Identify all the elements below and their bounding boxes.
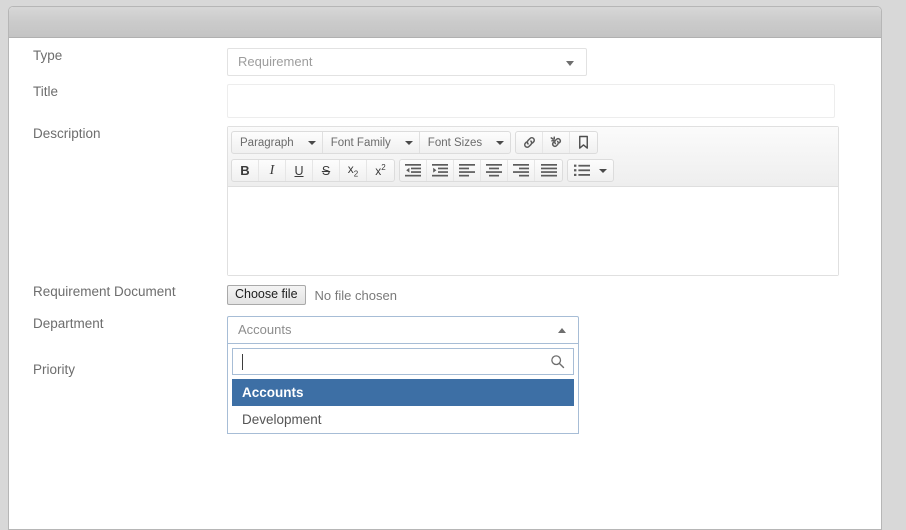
- form-row-description: Description Paragraph Font Family Font S…: [9, 126, 881, 276]
- font-family-select[interactable]: Font Family: [323, 132, 420, 153]
- superscript-button[interactable]: x2: [367, 160, 394, 181]
- type-select[interactable]: Requirement: [227, 48, 587, 76]
- label-requirement-document: Requirement Document: [33, 284, 176, 299]
- align-right-button[interactable]: [508, 160, 535, 181]
- file-chosen-status: No file chosen: [314, 287, 397, 303]
- chevron-down-icon: [566, 61, 574, 66]
- underline-icon: U: [294, 163, 304, 178]
- bullet-list-icon: [574, 164, 590, 176]
- justify-button[interactable]: [535, 160, 562, 181]
- field-title: [227, 84, 881, 118]
- field-description: Paragraph Font Family Font Sizes B I U S…: [227, 126, 881, 276]
- strikethrough-icon: S: [321, 163, 331, 178]
- unlink-icon: [550, 136, 561, 148]
- title-input[interactable]: [227, 84, 835, 118]
- department-option-development[interactable]: Development: [232, 406, 574, 433]
- align-left-button[interactable]: [454, 160, 481, 181]
- chevron-down-icon: [307, 140, 316, 145]
- align-left-icon: [459, 164, 475, 177]
- bold-icon: B: [240, 163, 250, 178]
- underline-button[interactable]: U: [286, 160, 313, 181]
- align-center-button[interactable]: [481, 160, 508, 181]
- editor-content-area[interactable]: [228, 187, 838, 275]
- department-option-accounts[interactable]: Accounts: [232, 379, 574, 406]
- font-sizes-select[interactable]: Font Sizes: [420, 132, 510, 153]
- editor-link-group: [515, 131, 599, 154]
- italic-icon: I: [269, 162, 275, 178]
- form-row-type: Type Requirement: [9, 48, 881, 76]
- bold-button[interactable]: B: [232, 160, 259, 181]
- field-type: Requirement: [227, 48, 881, 76]
- editor-toolbar: Paragraph Font Family Font Sizes B I U S…: [228, 127, 838, 187]
- type-select-value: Requirement: [238, 54, 313, 69]
- font-family-label: Font Family: [330, 136, 391, 149]
- search-icon: [551, 355, 565, 369]
- subscript-icon: x2: [347, 162, 359, 179]
- editor-toolbar-row-1: Paragraph Font Family Font Sizes: [231, 129, 835, 156]
- department-dropdown-panel: Accounts Development: [227, 344, 579, 434]
- indent-button[interactable]: [427, 160, 454, 181]
- rich-text-editor: Paragraph Font Family Font Sizes B I U S…: [227, 126, 839, 276]
- field-requirement-document: Choose file No file chosen: [227, 284, 881, 306]
- editor-format-selects-group: Paragraph Font Family Font Sizes: [231, 131, 512, 154]
- link-icon: [523, 137, 535, 148]
- department-select-value: Accounts: [238, 322, 292, 337]
- bullet-list-button[interactable]: [568, 160, 613, 181]
- chevron-down-icon: [496, 140, 505, 145]
- department-option-list: Accounts Development: [232, 379, 574, 433]
- text-cursor: [242, 354, 243, 370]
- department-combobox: Accounts Accounts Development: [227, 316, 579, 434]
- chevron-up-icon: [558, 328, 566, 333]
- field-department: Accounts Accounts Development: [227, 316, 881, 434]
- label-description: Description: [33, 126, 101, 141]
- label-type: Type: [33, 48, 63, 63]
- file-input-row: Choose file No file chosen: [227, 284, 859, 306]
- form-row-title: Title: [9, 84, 881, 118]
- panel-titlebar: [9, 7, 881, 38]
- insert-link-button[interactable]: [516, 132, 544, 153]
- chevron-down-icon: [404, 140, 413, 145]
- font-sizes-label: Font Sizes: [427, 136, 483, 149]
- chevron-down-icon: [599, 168, 607, 173]
- label-title: Title: [33, 84, 59, 99]
- align-center-icon: [486, 164, 502, 177]
- form-row-requirement-document: Requirement Document Choose file No file…: [9, 284, 881, 306]
- form-panel: Type Requirement Title Description Parag…: [8, 6, 882, 530]
- paragraph-format-label: Paragraph: [240, 136, 294, 149]
- editor-text-style-group: B I U S x2 x2: [231, 159, 395, 182]
- editor-list-group: [567, 159, 614, 182]
- choose-file-button[interactable]: Choose file: [227, 285, 306, 305]
- align-justify-icon: [540, 164, 557, 177]
- insert-anchor-button[interactable]: [570, 132, 597, 153]
- editor-alignment-group: [399, 159, 563, 182]
- strikethrough-button[interactable]: S: [313, 160, 340, 181]
- remove-link-button[interactable]: [543, 132, 571, 153]
- department-search-input[interactable]: [232, 348, 574, 375]
- form-row-department: Department Accounts Accounts Development: [9, 316, 881, 434]
- subscript-button[interactable]: x2: [340, 160, 367, 181]
- indent-icon: [432, 164, 448, 177]
- italic-button[interactable]: I: [259, 160, 286, 181]
- superscript-icon: x2: [375, 163, 386, 178]
- label-department: Department: [33, 316, 104, 331]
- form-body: Type Requirement Title Description Parag…: [9, 38, 881, 434]
- outdent-icon: [405, 164, 421, 177]
- align-right-icon: [513, 164, 529, 177]
- department-select[interactable]: Accounts: [227, 316, 579, 344]
- anchor-bookmark-icon: [579, 135, 589, 149]
- paragraph-format-select[interactable]: Paragraph: [232, 132, 323, 153]
- label-priority: Priority: [33, 362, 76, 377]
- outdent-button[interactable]: [400, 160, 427, 181]
- editor-toolbar-row-2: B I U S x2 x2: [231, 157, 835, 184]
